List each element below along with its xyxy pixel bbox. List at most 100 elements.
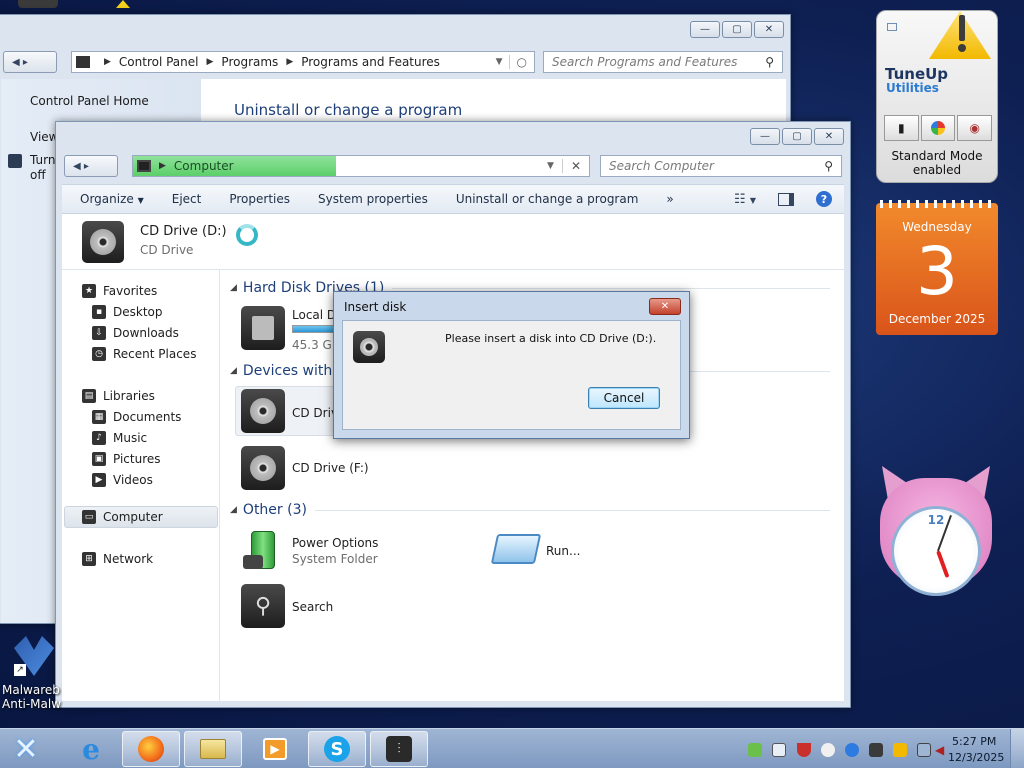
dialog-close-button[interactable]: ✕	[649, 298, 681, 315]
minimize-button[interactable]: —	[750, 128, 780, 145]
nav-pictures[interactable]: ▣ Pictures	[92, 450, 161, 468]
show-desktop-button[interactable]	[1010, 729, 1024, 768]
back-button[interactable]: ◀ ▸	[3, 51, 57, 73]
insert-disk-dialog[interactable]: Insert disk ✕ Please insert a disk into …	[333, 291, 690, 439]
preview-pane-icon[interactable]	[778, 192, 794, 206]
mixer-taskbar-button[interactable]: ⫶	[370, 731, 428, 767]
economy-mode-button[interactable]: ▮	[884, 115, 919, 141]
tuneup-mode-enabled: enabled	[912, 163, 962, 177]
internet-explorer-taskbar-button[interactable]: e	[62, 731, 120, 767]
eject-button[interactable]: Eject	[172, 192, 202, 206]
turn-link[interactable]: Turn	[30, 153, 55, 167]
help-icon[interactable]: ?	[816, 191, 832, 207]
search-computer-input[interactable]: Search Computer ⚲	[600, 155, 842, 177]
tray-info-icon[interactable]	[845, 743, 859, 757]
nav-downloads[interactable]: ⇩ Downloads	[92, 324, 179, 342]
address-dropdown-icon[interactable]: ▼	[547, 161, 554, 171]
minimize-button[interactable]: —	[690, 21, 720, 38]
start-button[interactable]: ✕	[0, 731, 52, 767]
maximize-button[interactable]: ▢	[782, 128, 812, 145]
power-options-sublabel: System Folder	[292, 552, 378, 566]
close-button[interactable]: ✕	[754, 21, 784, 38]
window-controls: — ▢ ✕	[690, 21, 784, 38]
tuneup-gadget[interactable]: TuneUp Utilities ▮ ◉ Standard Mode enabl…	[876, 10, 998, 183]
tray-volume-muted-icon[interactable]: ◀	[935, 743, 947, 757]
cd-drive-f-icon[interactable]	[241, 446, 285, 490]
skype-taskbar-button[interactable]: S	[308, 731, 366, 767]
nav-videos[interactable]: ▶ Videos	[92, 471, 153, 489]
back-forward-button[interactable]: ◀ ▸	[64, 155, 118, 177]
search-label[interactable]: Search	[292, 600, 333, 614]
system-properties-button[interactable]: System properties	[318, 192, 428, 206]
shortcut-arrow-icon: ↗	[14, 664, 26, 676]
clock-time[interactable]: 5:27 PM	[952, 735, 996, 748]
breadcrumb-programs-features[interactable]: Programs and Features	[301, 55, 440, 69]
nav-libraries[interactable]: ▤ Libraries	[82, 387, 155, 405]
malwarebytes-label-line2[interactable]: Anti-Malw	[2, 697, 61, 711]
tray-green-icon[interactable]	[748, 743, 762, 757]
tray-chat-icon[interactable]	[821, 743, 835, 757]
tray-update-icon[interactable]	[893, 743, 907, 757]
nav-favorites[interactable]: ★ Favorites	[82, 282, 157, 300]
uninstall-button[interactable]: Uninstall or change a program	[456, 192, 639, 206]
local-disk-icon[interactable]	[241, 306, 285, 350]
nav-music[interactable]: ♪ Music	[92, 429, 147, 447]
run-icon[interactable]	[490, 534, 542, 564]
clock-date[interactable]: 12/3/2025	[948, 751, 1004, 764]
off-link[interactable]: off	[30, 168, 46, 182]
run-label[interactable]: Run...	[546, 544, 580, 558]
tray-shield-icon[interactable]	[797, 743, 811, 757]
tray-screen-icon[interactable]	[772, 743, 786, 757]
nav-computer[interactable]: ▭ Computer	[82, 508, 163, 526]
desktop-icon: ▪	[92, 305, 106, 319]
tray-network-icon[interactable]	[869, 743, 883, 757]
organize-menu[interactable]: Organize ▼	[80, 192, 144, 206]
calendar-month-year: December 2025	[888, 312, 986, 326]
cd-drive-d-icon[interactable]	[241, 389, 285, 433]
clock-12-label: 12	[927, 513, 945, 527]
cancel-button[interactable]: Cancel	[588, 387, 660, 409]
calendar-weekday: Wednesday	[902, 220, 972, 234]
maximize-button[interactable]: ▢	[722, 21, 752, 38]
group-other[interactable]: ◢ Other (3)	[230, 502, 830, 518]
tray-people-icon[interactable]	[917, 743, 931, 757]
refresh-icon[interactable]: ○	[508, 55, 534, 69]
explorer-taskbar-button[interactable]	[184, 731, 242, 767]
power-options-label[interactable]: Power Options	[292, 536, 378, 550]
folder-icon	[200, 739, 226, 759]
search-folder-icon[interactable]: ⚲	[241, 584, 285, 628]
search-programs-input[interactable]: Search Programs and Features ⚲	[543, 51, 783, 73]
clock-gadget[interactable]: 12	[876, 466, 996, 596]
details-header: CD Drive (D:) CD Drive	[62, 214, 844, 270]
malwarebytes-label-line1[interactable]: Malwareb	[2, 683, 60, 697]
breadcrumb-control-panel[interactable]: Control Panel	[119, 55, 199, 69]
stop-icon[interactable]: ✕	[561, 159, 589, 173]
shield-icon	[8, 154, 22, 168]
resize-handle-icon[interactable]	[887, 23, 897, 31]
standard-mode-button[interactable]	[920, 115, 956, 141]
turbo-mode-button[interactable]: ◉	[957, 115, 993, 141]
address-bar[interactable]: ▶ Computer ▼ ✕	[132, 155, 590, 177]
nav-desktop[interactable]: ▪ Desktop	[92, 303, 163, 321]
more-commands-button[interactable]: »	[666, 192, 673, 206]
nav-documents[interactable]: ▦ Documents	[92, 408, 181, 426]
breadcrumb-computer[interactable]: Computer	[174, 159, 234, 173]
nav-network[interactable]: ⊞ Network	[82, 550, 153, 568]
warning-exclamation-icon	[959, 15, 965, 41]
mixer-icon: ⫶	[386, 736, 412, 762]
control-panel-home-link[interactable]: Control Panel Home	[30, 94, 149, 108]
breadcrumb-programs[interactable]: Programs	[221, 55, 278, 69]
firefox-taskbar-button[interactable]	[122, 731, 180, 767]
cd-drive-f-label[interactable]: CD Drive (F:)	[292, 461, 369, 475]
address-dropdown-icon[interactable]: ▼	[496, 57, 503, 67]
properties-button[interactable]: Properties	[229, 192, 290, 206]
power-options-icon[interactable]	[241, 527, 285, 573]
view-options-icon[interactable]: ☷ ▼	[734, 192, 756, 207]
media-player-taskbar-button[interactable]: ▶	[246, 731, 304, 767]
documents-icon: ▦	[92, 410, 106, 424]
pictures-icon: ▣	[92, 452, 106, 466]
address-bar[interactable]: ▶ Control Panel ▶ Programs ▶ Programs an…	[71, 51, 535, 73]
close-button[interactable]: ✕	[814, 128, 844, 145]
nav-recent-places[interactable]: ◷ Recent Places	[92, 345, 196, 363]
calendar-gadget[interactable]: Wednesday 3 December 2025	[876, 200, 998, 335]
